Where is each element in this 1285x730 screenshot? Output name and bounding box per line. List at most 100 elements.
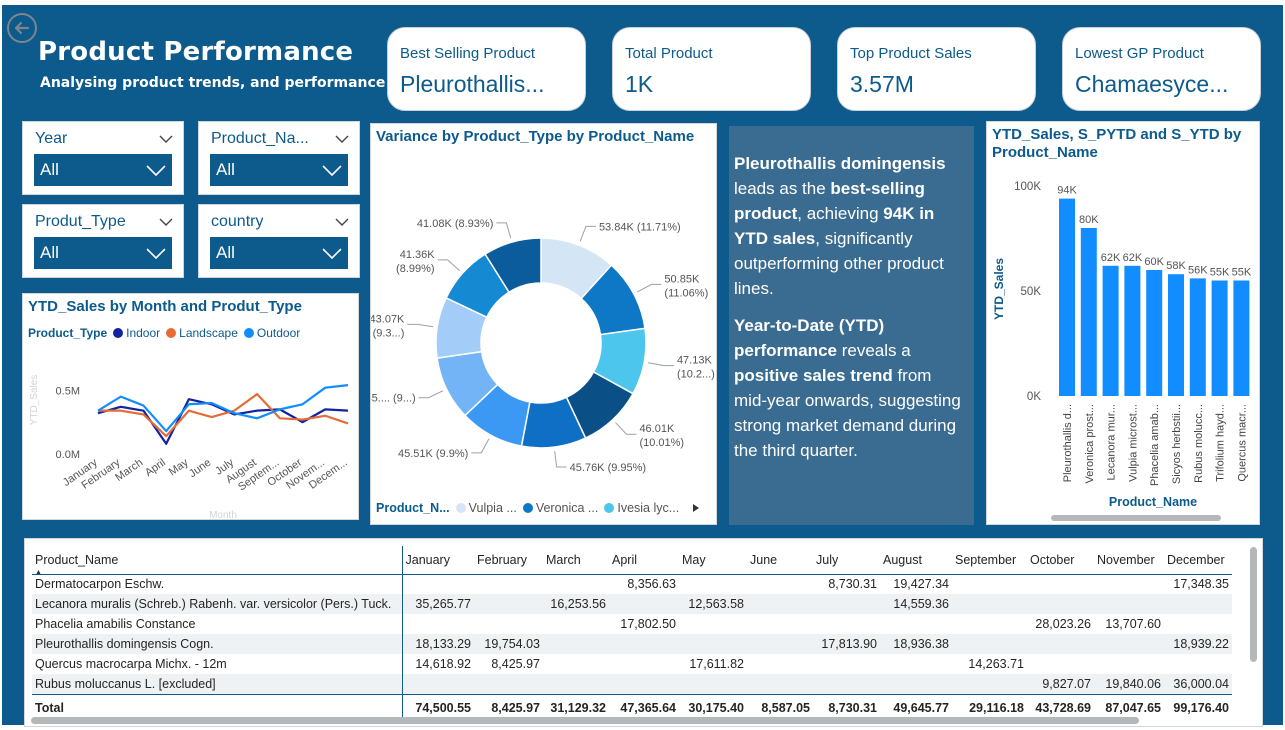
matrix-table-card: Product_Name ▲ January February March April Ma… [24,538,1263,727]
chevron-down-icon[interactable] [335,218,349,226]
table-cell-value [1027,594,1094,614]
bar [1189,278,1206,396]
line-chart-title: YTD_Sales by Month and Produt_Type [28,298,302,315]
table-cell-value [1027,654,1094,674]
table-cell-value [1027,574,1094,594]
bar-chart-xlabel: Product_Name [1109,495,1197,509]
bar [1233,280,1250,396]
table-cell-value: 18,936.38 [880,634,952,654]
kpi-label: Lowest GP Product [1075,45,1204,62]
column-header-product-name[interactable]: Product_Name ▲ [32,546,403,576]
chevron-down-icon[interactable] [159,135,173,143]
x-tick-label: Pleurothallis d... [1062,404,1074,482]
table-row[interactable]: Dermatocarpon Eschw. 8,356.63 8,730.31 19,4… [32,574,1232,594]
table-cell-value [1094,594,1164,614]
legend-item-landscape[interactable]: Landscape [179,326,238,340]
donut-leader-line [554,451,567,468]
table-cell-value [402,614,474,634]
bar-data-label: 56K [1188,264,1208,276]
table-cell-value [880,654,952,674]
table-cell-value: 19,427.34 [893,577,949,592]
column-header-october[interactable]: October [1027,546,1094,575]
column-header-may[interactable]: May [679,546,747,575]
legend-item-outdoor[interactable]: Outdoor [257,326,300,340]
table-row[interactable]: Phacelia amabilis Constance 17,802.50 28,0… [32,614,1232,634]
column-header-april[interactable]: April [609,546,679,575]
column-header-december[interactable]: December [1164,546,1232,575]
legend-item[interactable]: Veronica ... [536,501,599,515]
chevron-down-icon [146,247,166,259]
table-cell-value [543,634,609,654]
slicer-label: Produt_Type [35,213,126,230]
y-tick-label: 0.0M [56,449,80,461]
back-button[interactable] [7,13,37,43]
insight-panel: Pleurothallis domingensis leads as the b… [729,126,974,525]
table-cell-value [679,614,747,634]
bar [1124,265,1141,396]
table-row[interactable]: Pleurothallis domingensis Cogn. 18,133.29… [32,634,1232,654]
legend-dot [604,503,615,513]
product-type-dropdown[interactable]: All [33,236,173,270]
column-header-november[interactable]: November [1094,546,1164,575]
legend-next-arrow-icon[interactable] [691,503,701,513]
year-dropdown[interactable]: All [33,153,173,187]
column-header-september[interactable]: September [952,546,1027,575]
donut-leader-line [437,259,460,271]
product-name-dropdown[interactable]: All [209,153,349,187]
x-tick-label: Quercus macr... [1236,404,1248,482]
table-row[interactable]: Quercus macrocarpa Michx. - 12m 14,618.92… [32,654,1232,674]
column-header-march[interactable]: March [543,546,609,575]
bar-chart-title-line: YTD_Sales, S_PYTD and S_YTD by [992,126,1242,143]
column-header-february[interactable]: February [474,546,543,575]
column-header-june[interactable]: June [747,546,813,575]
donut-leader-line [648,362,674,367]
slicer-label: country [211,213,264,230]
bar-data-label: 62K [1123,252,1143,264]
table-cell-value [543,674,609,694]
bar-data-label: 94K [1057,185,1077,197]
legend-item[interactable]: Ivesia lyc... [617,501,679,515]
line-series-outdoor [97,384,349,433]
bar-data-label: 55K [1232,267,1252,279]
table-cell-value: 14,263.71 [968,657,1024,671]
kpi-total-product: Total Product 1K [612,27,811,111]
donut-chart-card: Variance by Product_Type by Product_Name… [370,123,717,525]
table-cell-value: 12,563.58 [679,594,747,614]
kpi-top-product-sales: Top Product Sales 3.57M [837,27,1036,111]
chevron-down-icon[interactable] [159,218,173,226]
table-horizontal-scrollbar[interactable] [31,717,1139,724]
table-cell-name: Phacelia amabilis Constance [32,614,403,634]
column-header-january[interactable]: January [402,546,474,575]
column-header-august[interactable]: August [880,546,952,575]
arrow-left-icon [14,21,30,35]
bar-chart-scrollbar[interactable] [1051,515,1221,521]
bar-data-label: 55K [1210,267,1230,279]
table-cell-value: 14,618.92 [415,657,471,671]
table-cell-value [609,634,679,654]
table-cell-value: 18,939.22 [1164,634,1232,654]
bar-data-label: 58K [1166,260,1186,272]
table-cell-value: 13,707.60 [1105,617,1161,631]
chevron-down-icon[interactable] [335,135,349,143]
sort-ascending-icon: ▲ [35,568,42,576]
country-dropdown[interactable]: All [209,236,349,270]
legend-item[interactable]: Vulpia ... [469,501,517,515]
table-cell-name: Dermatocarpon Eschw. [32,574,403,594]
y-tick-label: 50K [1021,286,1042,298]
table-cell-value [1164,614,1232,634]
y-tick-label: 0.5M [56,385,80,397]
donut-leader-line [615,422,637,435]
donut-data-label: 47.13K [677,355,713,367]
column-header-july[interactable]: July [813,546,880,575]
y-tick-label: 100K [1014,181,1041,193]
table-vertical-scrollbar[interactable] [1250,547,1257,662]
table-cell-value [679,634,747,654]
legend-dot-indoor [113,328,124,338]
legend-item-indoor[interactable]: Indoor [126,326,160,340]
slicer-label: Year [35,130,68,147]
slicer-value: All [216,160,235,179]
table-row[interactable]: Lecanora muralis (Schreb.) Rabenh. var. … [32,594,1232,614]
table-cell-value [952,594,1027,614]
donut-chart-plot: 53.84K (11.71%) 50.85K (11.06%) 47.13K (10.2… [371,218,715,474]
table-row[interactable]: Rubus moluccanus L. [excluded] 9,827.07 19… [32,674,1232,694]
